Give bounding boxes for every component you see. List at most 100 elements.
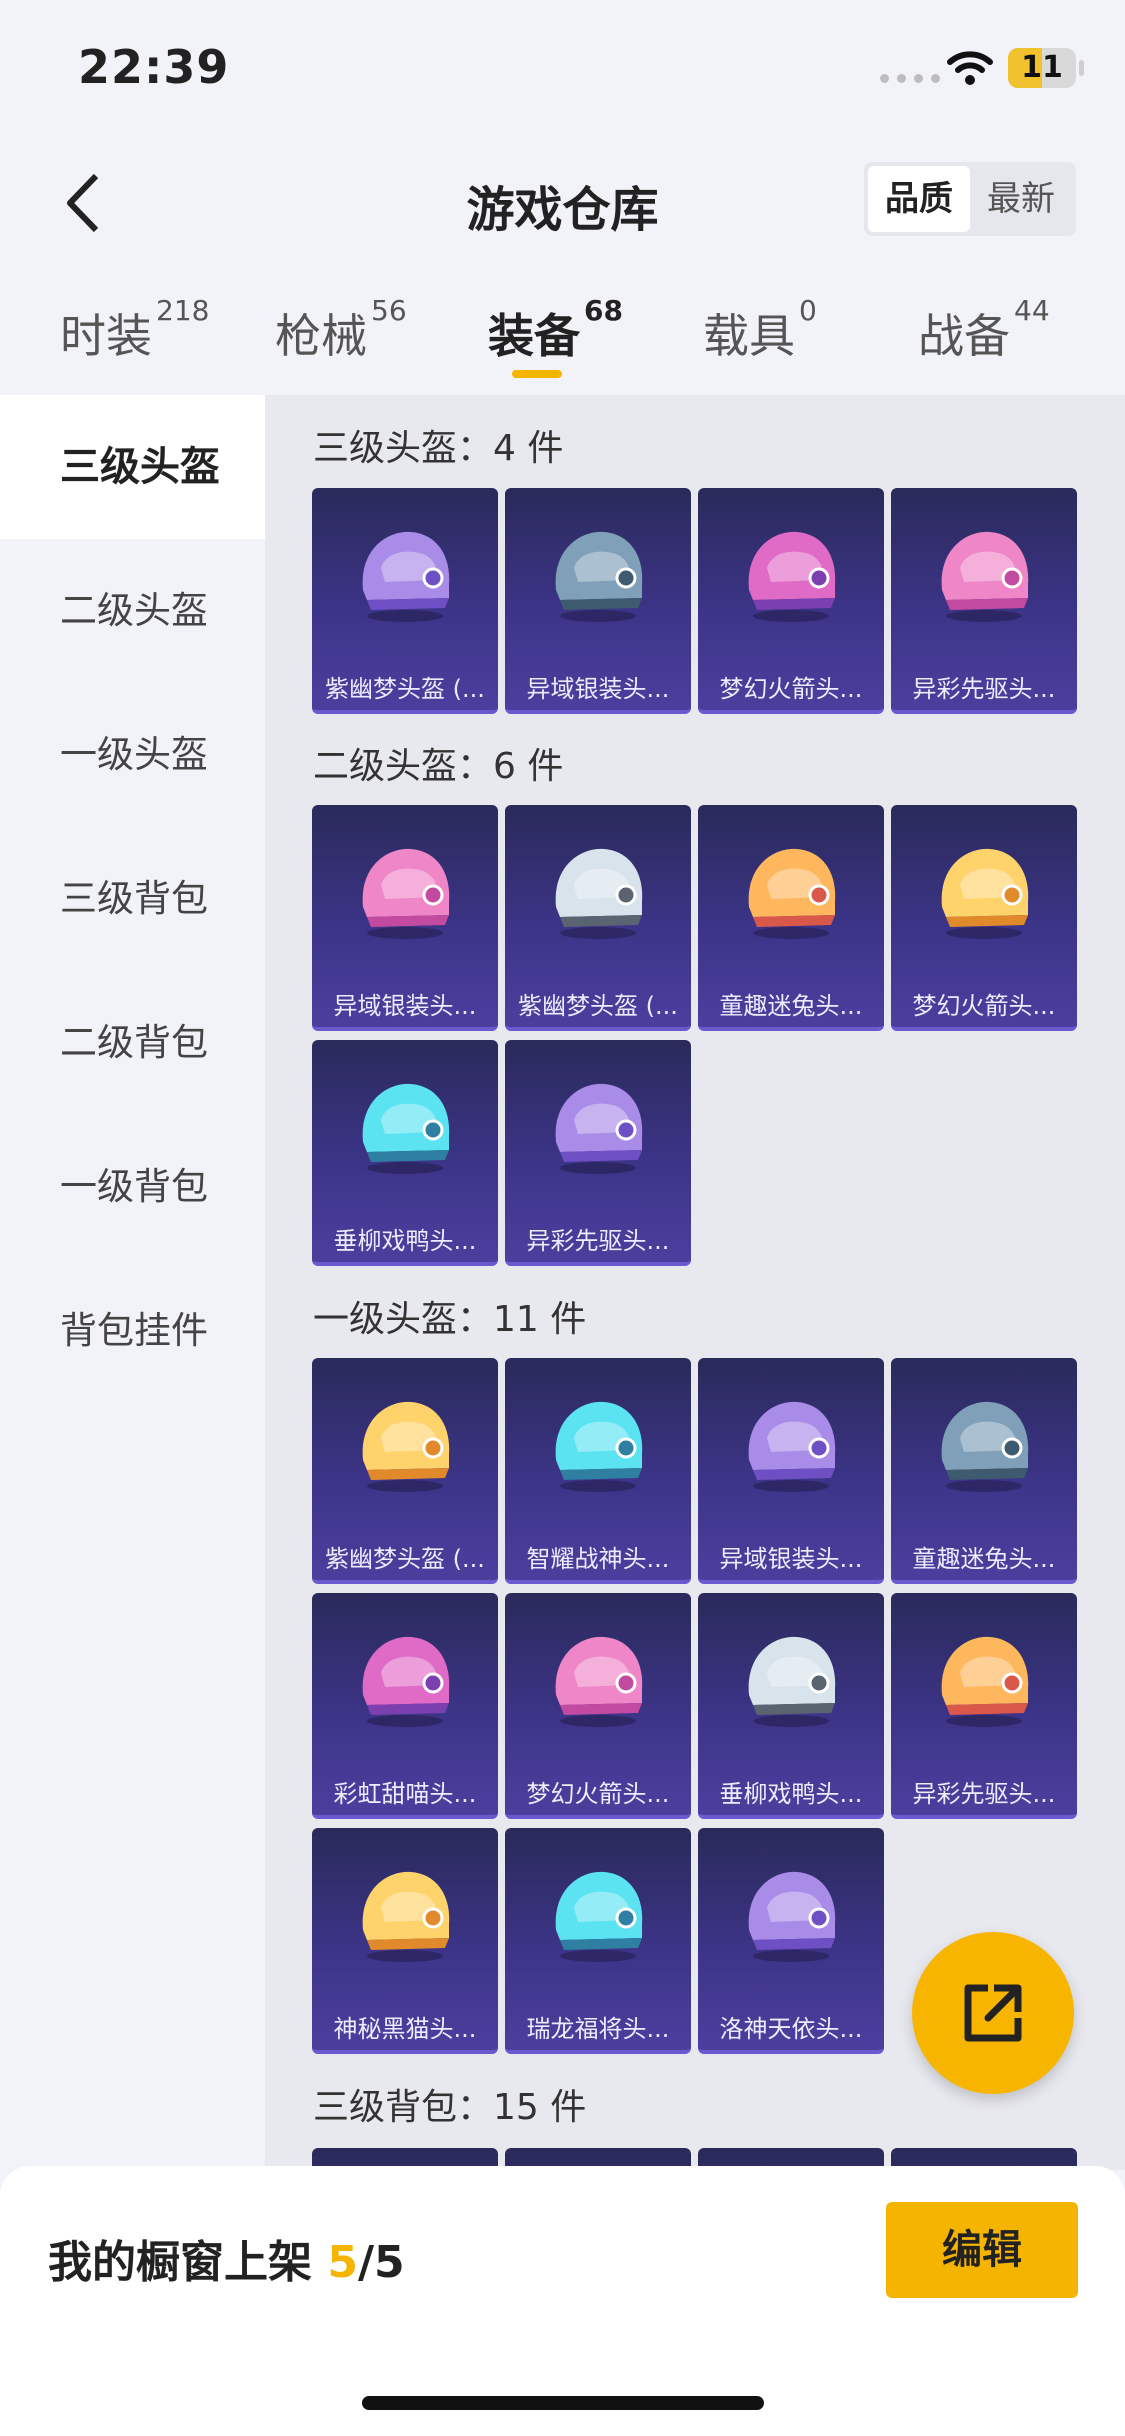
sidebar-item-lv1-backpack[interactable]: 一级背包 — [0, 1115, 265, 1259]
helmet-icon — [698, 805, 884, 975]
item-card[interactable]: 异彩先驱头... — [891, 488, 1077, 714]
helmet-icon — [891, 805, 1077, 975]
item-card[interactable]: 异域银装头... — [698, 1358, 884, 1584]
helmet-icon — [505, 1593, 691, 1763]
item-name: 紫幽梦头盔 (... — [325, 1545, 485, 1573]
tab-fashion[interactable]: 时装 218 — [60, 294, 209, 366]
helmet-icon — [312, 1040, 498, 1210]
tab-weapons[interactable]: 枪械 56 — [275, 294, 407, 366]
helmet-icon — [312, 488, 498, 658]
helmet-icon — [698, 1828, 884, 1998]
item-card[interactable]: 智耀战神头... — [505, 1358, 691, 1584]
helmet-icon — [698, 1593, 884, 1763]
tab-count: 56 — [371, 294, 407, 327]
tab-label: 战备 — [918, 309, 1010, 363]
wifi-icon — [947, 51, 993, 85]
item-card[interactable]: 异彩先驱头... — [891, 1593, 1077, 1819]
showcase-label: 我的橱窗上架 — [48, 2237, 328, 2288]
item-name: 垂柳戏鸭头... — [333, 1227, 477, 1255]
sort-quality-option[interactable]: 品质 — [868, 166, 970, 232]
sidebar-item-lv3-backpack[interactable]: 三级背包 — [0, 827, 265, 971]
sort-toggle: 品质 最新 — [864, 162, 1076, 236]
item-name: 洛神天依头... — [719, 2015, 863, 2043]
helmet-icon — [312, 1358, 498, 1528]
item-name: 瑞龙福将头... — [526, 2015, 670, 2043]
sidebar-item-lv2-backpack[interactable]: 二级背包 — [0, 971, 265, 1115]
item-card[interactable]: 洛神天依头... — [698, 1828, 884, 2054]
item-card[interactable]: 异域银装头... — [312, 805, 498, 1031]
sidebar: 三级头盔 二级头盔 一级头盔 三级背包 二级背包 一级背包 背包挂件 — [0, 395, 265, 2165]
item-name: 垂柳戏鸭头... — [719, 1780, 863, 1808]
item-card[interactable]: 紫幽梦头盔 (... — [312, 488, 498, 714]
share-fab[interactable] — [912, 1932, 1074, 2094]
tab-count: 68 — [584, 294, 623, 327]
item-card[interactable]: 紫幽梦头盔 (... — [505, 805, 691, 1031]
helmet-icon — [505, 1358, 691, 1528]
edit-button[interactable]: 编辑 — [886, 2202, 1078, 2298]
tab-label: 载具 — [703, 309, 795, 363]
item-card[interactable]: 垂柳戏鸭头... — [698, 1593, 884, 1819]
item-name: 梦幻火箭头... — [526, 1780, 670, 1808]
sidebar-item-lv3-helmet[interactable]: 三级头盔 — [0, 395, 265, 539]
header: 游戏仓库 品质 最新 — [0, 140, 1125, 260]
helmet-icon — [312, 1828, 498, 1998]
sidebar-item-backpack-charm[interactable]: 背包挂件 — [0, 1259, 265, 1403]
item-name: 智耀战神头... — [526, 1545, 670, 1573]
section-title: 二级头盔：6 件 — [313, 746, 564, 787]
item-name: 异彩先驱头... — [912, 675, 1056, 703]
helmet-icon — [505, 1828, 691, 1998]
item-card[interactable]: 梦幻火箭头... — [891, 805, 1077, 1031]
battery-level: 11 — [1021, 50, 1063, 85]
tab-count: 0 — [799, 294, 817, 327]
item-card[interactable]: 异彩先驱头... — [505, 1040, 691, 1266]
tab-label: 装备 — [488, 309, 580, 363]
item-card[interactable]: 童趣迷兔头... — [891, 1358, 1077, 1584]
item-card[interactable]: 彩虹甜喵头... — [312, 1593, 498, 1819]
tab-count: 218 — [156, 294, 210, 327]
item-name: 紫幽梦头盔 (... — [325, 675, 485, 703]
tab-label: 枪械 — [275, 309, 367, 363]
helmet-icon — [505, 1040, 691, 1210]
helmet-icon — [891, 1593, 1077, 1763]
signal-icon — [880, 74, 940, 83]
sidebar-item-lv2-helmet[interactable]: 二级头盔 — [0, 539, 265, 683]
item-name: 异域银装头... — [333, 992, 477, 1020]
showcase-status: 我的橱窗上架 5/5 — [48, 2226, 405, 2290]
share-external-icon — [964, 1984, 1022, 2042]
tab-supplies[interactable]: 战备 44 — [918, 294, 1050, 366]
item-card[interactable]: 异域银装头... — [505, 488, 691, 714]
item-card[interactable]: 神秘黑猫头... — [312, 1828, 498, 2054]
section-title: 一级头盔：11 件 — [313, 1299, 587, 1340]
item-name: 异域银装头... — [719, 1545, 863, 1573]
item-name: 紫幽梦头盔 (... — [518, 992, 678, 1020]
item-name: 异域银装头... — [526, 675, 670, 703]
item-card[interactable]: 梦幻火箭头... — [505, 1593, 691, 1819]
item-card[interactable]: 紫幽梦头盔 (... — [312, 1358, 498, 1584]
item-card[interactable]: 童趣迷兔头... — [698, 805, 884, 1031]
battery-icon: 11 — [1008, 48, 1076, 88]
item-card[interactable]: 瑞龙福将头... — [505, 1828, 691, 2054]
item-name: 异彩先驱头... — [526, 1227, 670, 1255]
helmet-icon — [505, 805, 691, 975]
category-tabs: 时装 218 枪械 56 装备 68 载具 0 战备 44 — [0, 280, 1125, 395]
item-grid: 三级头盔：4 件 二级头盔：6 件 一级头盔：11 件 三级背包：15 件 紫幽… — [265, 395, 1125, 2170]
tab-equipment[interactable]: 装备 68 — [488, 294, 623, 366]
helmet-icon — [891, 1358, 1077, 1528]
helmet-icon — [312, 1593, 498, 1763]
sort-newest-option[interactable]: 最新 — [970, 166, 1072, 232]
item-card[interactable]: 梦幻火箭头... — [698, 488, 884, 714]
showcase-count: 5 — [327, 2237, 358, 2288]
item-name: 彩虹甜喵头... — [333, 1780, 477, 1808]
sidebar-item-lv1-helmet[interactable]: 一级头盔 — [0, 683, 265, 827]
helmet-icon — [312, 805, 498, 975]
helmet-icon — [891, 488, 1077, 658]
active-tab-indicator — [512, 370, 562, 378]
item-card[interactable]: 垂柳戏鸭头... — [312, 1040, 498, 1266]
item-name: 神秘黑猫头... — [333, 2015, 477, 2043]
helmet-icon — [698, 1358, 884, 1528]
helmet-icon — [505, 488, 691, 658]
tab-count: 44 — [1014, 294, 1050, 327]
home-indicator[interactable] — [362, 2396, 764, 2410]
item-name: 梦幻火箭头... — [719, 675, 863, 703]
tab-vehicles[interactable]: 载具 0 — [703, 294, 817, 366]
